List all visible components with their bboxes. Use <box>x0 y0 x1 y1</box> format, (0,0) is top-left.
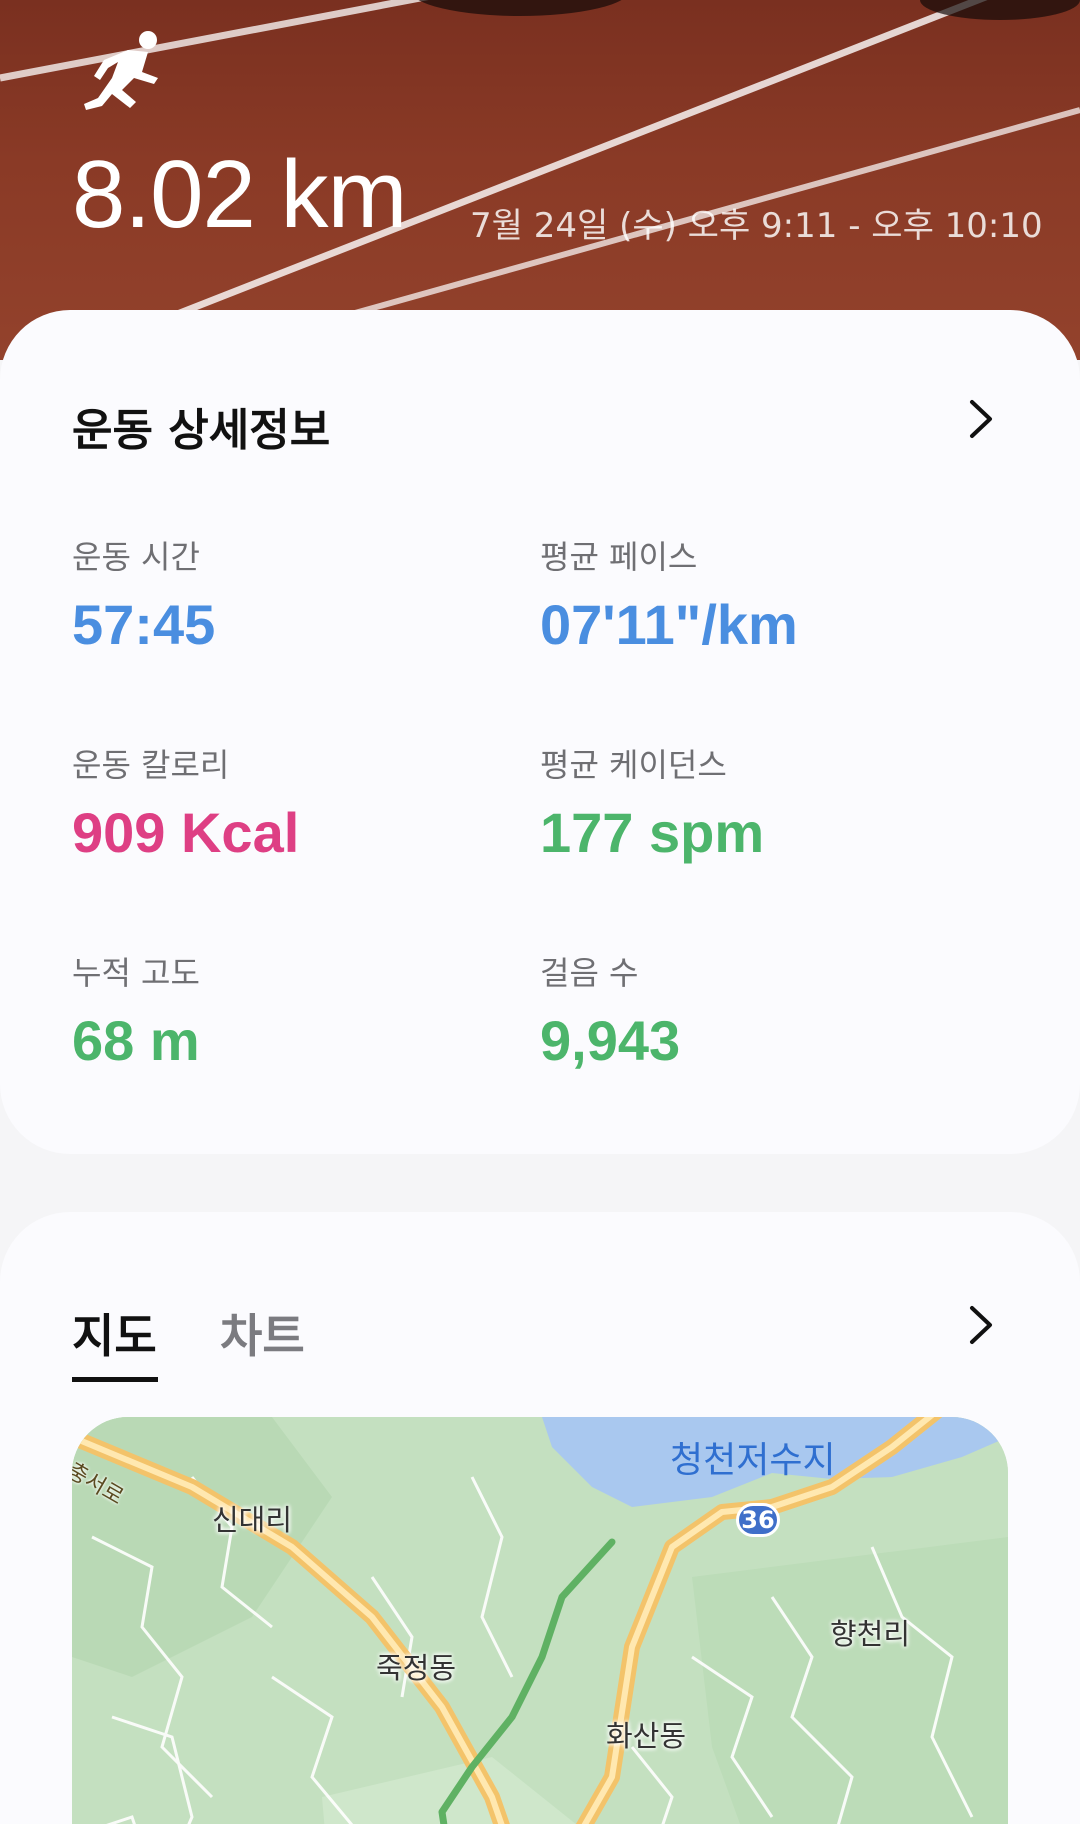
tab-map[interactable]: 지도 <box>72 1300 158 1382</box>
stat-label: 누적 고도 <box>72 954 200 992</box>
stat-workout-time: 운동 시간 57:45 <box>72 532 215 657</box>
stat-value: 9,943 <box>540 1009 681 1072</box>
stat-average-cadence: 평균 케이던스 177 spm <box>540 740 764 865</box>
stat-value: 177 spm <box>540 801 765 864</box>
tab-chart[interactable]: 차트 <box>220 1300 305 1366</box>
tab-selected-indicator <box>72 1377 158 1382</box>
place-label: 화산동 <box>606 1719 687 1753</box>
place-label: 향천리 <box>830 1617 911 1651</box>
stat-value: 909 Kcal <box>72 801 300 864</box>
stat-label: 운동 칼로리 <box>72 746 230 784</box>
place-label: 죽정동 <box>376 1651 457 1685</box>
place-label: 신대리 <box>212 1503 293 1537</box>
stat-label: 걸음 수 <box>540 954 639 992</box>
road-number-badge: 36 <box>736 1503 780 1537</box>
stat-calories: 운동 칼로리 909 Kcal <box>72 740 299 865</box>
running-person-icon <box>84 31 158 110</box>
stat-value: 07'11"/km <box>540 593 798 656</box>
workout-hero: 8.02 km 7월 24일 (수) 오후 9:11 - 오후 10:10 <box>0 0 1080 360</box>
stat-label: 평균 페이스 <box>540 538 698 576</box>
route-map[interactable]: 충서로 청천저수지 36 신대리 죽정동 향천리 화산동 <box>72 1417 1008 1824</box>
workout-details-card[interactable]: 운동 상세정보 운동 시간 57:45 평균 페이스 07'11"/km 운동 … <box>0 310 1080 1154</box>
stat-label: 평균 케이던스 <box>540 746 727 784</box>
stat-value: 68 m <box>72 1009 200 1072</box>
workout-distance: 8.02 km <box>72 141 407 248</box>
tab-label: 지도 <box>72 1309 157 1363</box>
stat-value: 57:45 <box>72 593 216 656</box>
chevron-right-icon[interactable] <box>966 1302 996 1348</box>
chevron-right-icon[interactable] <box>966 396 996 442</box>
stat-elevation-gain: 누적 고도 68 m <box>72 948 200 1073</box>
stat-average-pace: 평균 페이스 07'11"/km <box>540 532 798 657</box>
section-title: 운동 상세정보 <box>72 405 331 456</box>
stat-label: 운동 시간 <box>72 538 200 576</box>
map-card: 지도 차트 충서로 청천저수지 36 신대리 죽정동 향천리 화산동 <box>0 1212 1080 1824</box>
reservoir-label: 청천저수지 <box>670 1440 836 1481</box>
workout-datetime: 7월 24일 (수) 오후 9:11 - 오후 10:10 <box>470 206 1043 246</box>
stat-steps: 걸음 수 9,943 <box>540 948 680 1073</box>
